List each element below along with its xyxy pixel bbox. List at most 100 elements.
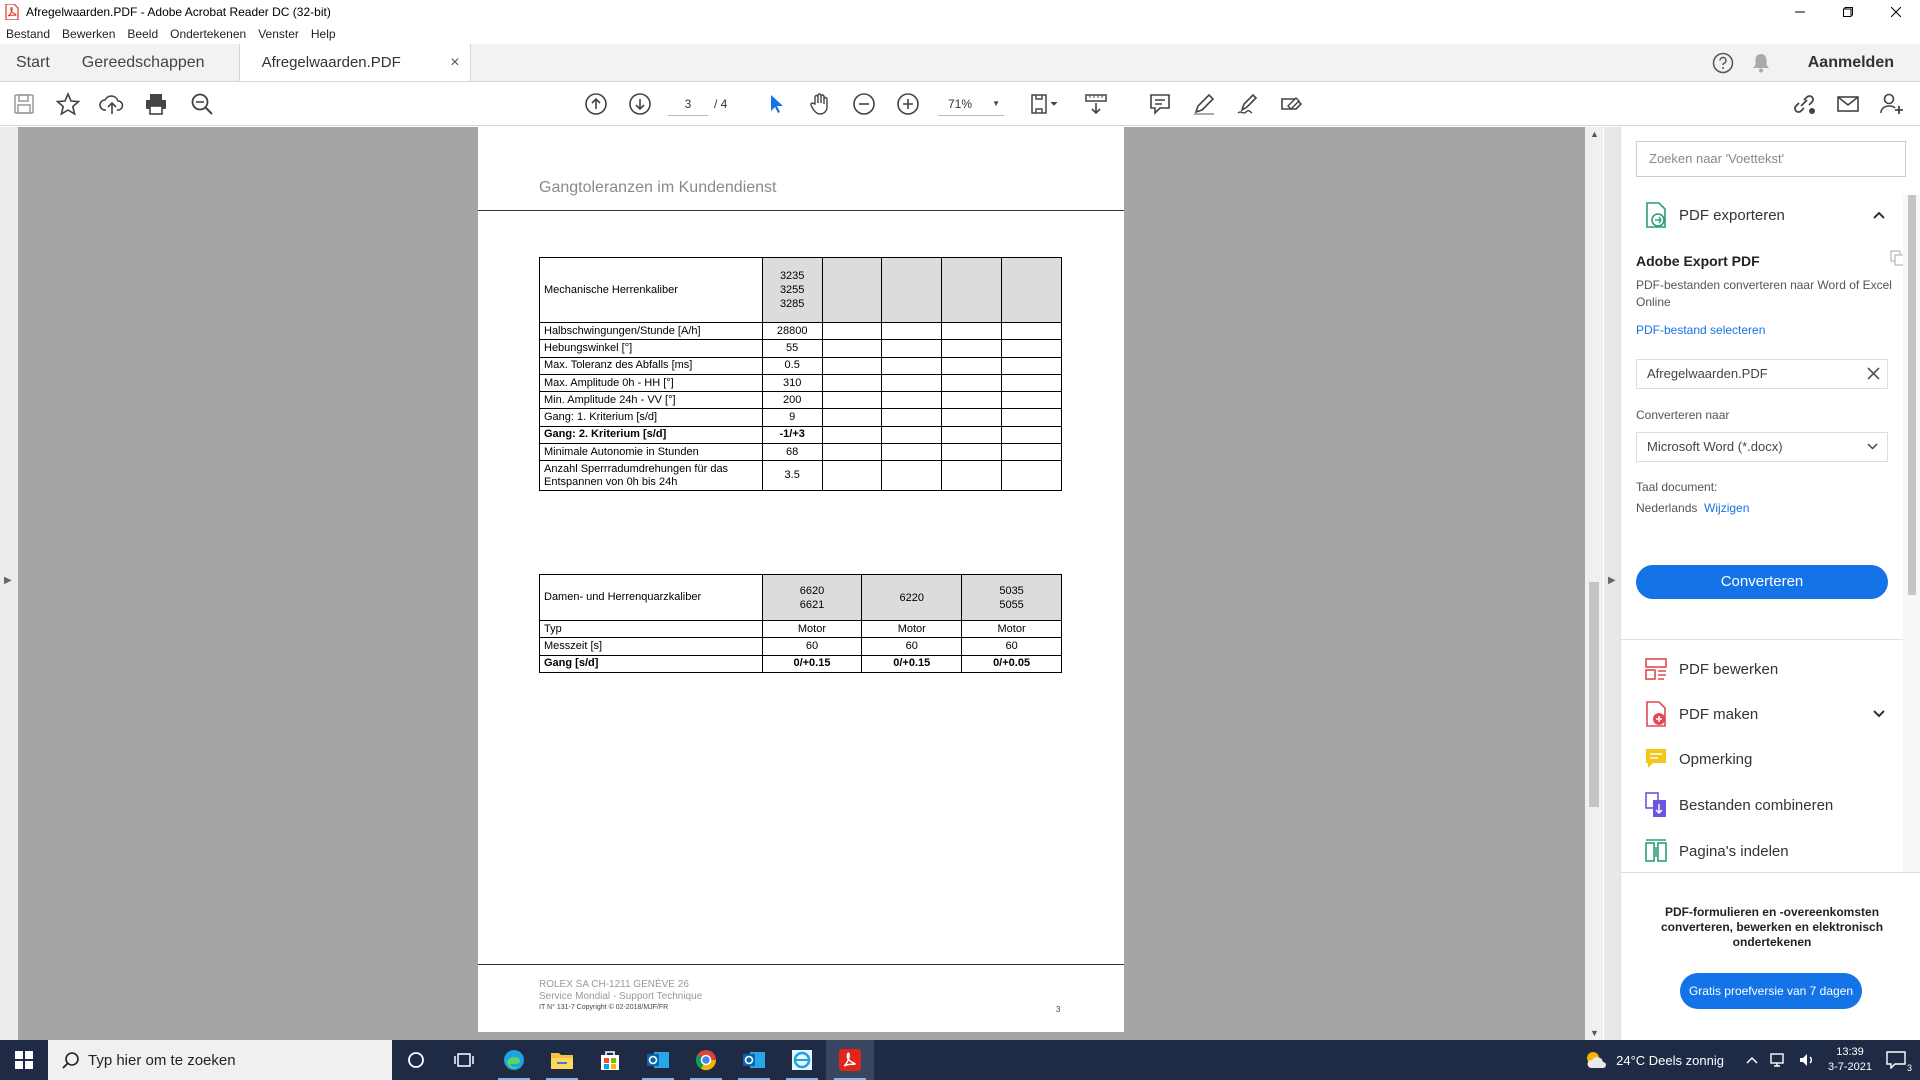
close-tab-icon[interactable]: × [450, 54, 459, 72]
export-pdf-section-header[interactable]: PDF exporteren [1621, 193, 1903, 237]
promo-text: PDF-formulieren en -overeenkomsten conve… [1660, 905, 1884, 949]
menu-bestand[interactable]: Bestand [0, 27, 56, 41]
row-label: Max. Toleranz des Abfalls [ms] [539, 356, 763, 375]
tool-organize-pages[interactable]: Pagina's indelen [1621, 829, 1903, 873]
internet-explorer-icon[interactable] [778, 1040, 826, 1080]
system-clock[interactable]: 13:39 3-7-2021 [1828, 1045, 1872, 1075]
empty-cell [821, 443, 883, 462]
selected-file-field[interactable]: Afregelwaarden.PDF [1636, 359, 1888, 389]
tool-create-pdf[interactable]: PDF maken [1621, 692, 1903, 736]
menu-bewerken[interactable]: Bewerken [56, 27, 121, 41]
menu-beeld[interactable]: Beeld [121, 27, 164, 41]
document-view[interactable]: ▶ Gangtoleranzen im Kundendienst Mechani… [0, 127, 1603, 1040]
weather-text[interactable]: 24°C Deels zonnig [1616, 1053, 1724, 1068]
zoom-out-icon[interactable] [850, 90, 878, 118]
tab-tools[interactable]: Gereedschappen [66, 44, 221, 81]
scroll-down-icon[interactable]: ▼ [1590, 1028, 1599, 1038]
edge-browser-icon[interactable] [490, 1040, 538, 1080]
previous-page-icon[interactable] [582, 90, 610, 118]
tool-comment[interactable]: Opmerking [1621, 737, 1903, 781]
store-icon[interactable] [586, 1040, 634, 1080]
weather-cloud-sun-icon[interactable] [1584, 1050, 1608, 1070]
bookmark-star-icon[interactable] [54, 90, 82, 118]
table1-title: Mechanische Herrenkaliber [544, 283, 678, 296]
select-pdf-file-link[interactable]: PDF-bestand selecteren [1636, 323, 1906, 337]
save-icon[interactable] [10, 90, 38, 118]
scroll-up-icon[interactable]: ▲ [1590, 129, 1599, 139]
volume-icon[interactable] [1798, 1052, 1816, 1068]
notifications-bell-icon[interactable] [1752, 53, 1770, 73]
taskbar-search-input[interactable]: Typ hier om te zoeken [48, 1040, 392, 1080]
change-language-link[interactable]: Wijzigen [1704, 501, 1749, 515]
empty-cell [821, 391, 883, 410]
maximize-button[interactable] [1824, 0, 1872, 24]
cloud-upload-icon[interactable] [98, 90, 126, 118]
table-row: Min. Amplitude 24h - VV [°] 200 [539, 391, 1062, 410]
share-link-icon[interactable] [1790, 90, 1818, 118]
tab-bar: Start Gereedschappen Afregelwaarden.PDF … [0, 44, 1920, 82]
menu-help[interactable]: Help [305, 27, 342, 41]
acrobat-reader-taskbar-icon[interactable] [826, 1040, 874, 1080]
scrolling-mode-icon[interactable] [1082, 90, 1110, 118]
highlight-pen-icon[interactable] [1190, 90, 1218, 118]
empty-cell [881, 321, 943, 341]
comment-icon[interactable] [1146, 90, 1174, 118]
minimize-button[interactable] [1776, 0, 1824, 24]
chevron-down-icon [1867, 443, 1878, 450]
right-pane-toggle[interactable]: ▶ [1604, 127, 1620, 1040]
sign-icon[interactable] [1234, 90, 1262, 118]
tools-search-input[interactable]: Zoeken naar 'Voettekst' [1636, 141, 1906, 177]
zoom-search-icon[interactable] [188, 90, 216, 118]
chevron-up-icon[interactable] [1746, 1056, 1758, 1064]
convert-button[interactable]: Converteren [1636, 565, 1888, 599]
sign-in-button[interactable]: Aanmelden [1808, 54, 1894, 72]
email-icon[interactable] [1834, 90, 1862, 118]
row-label: Max. Amplitude 0h - HH [°] [539, 373, 763, 393]
add-user-icon[interactable] [1878, 90, 1906, 118]
cortana-icon[interactable] [392, 1040, 440, 1080]
outlook-icon[interactable] [634, 1040, 682, 1080]
page-view-icon[interactable] [1030, 90, 1058, 118]
main-toolbar: 3 / 4 71% ▼ [0, 82, 1920, 126]
print-icon[interactable] [142, 90, 170, 118]
outlook-mail-icon[interactable] [730, 1040, 778, 1080]
tool-edit-pdf[interactable]: PDF bewerken [1621, 647, 1903, 691]
menu-ondertekenen[interactable]: Ondertekenen [164, 27, 252, 41]
menu-venster[interactable]: Venster [252, 27, 305, 41]
window-title: Afregelwaarden.PDF - Adobe Acrobat Reade… [26, 5, 331, 19]
close-window-button[interactable] [1872, 0, 1920, 24]
row-value: Motor [861, 619, 963, 639]
page-footer: ROLEX SA CH-1211 GENÈVE 26 Service Mondi… [539, 979, 702, 1012]
zoom-in-icon[interactable] [894, 90, 922, 118]
scrollbar-thumb[interactable] [1908, 195, 1916, 595]
empty-cell [881, 443, 943, 462]
notification-center-icon[interactable]: 3 [1886, 1051, 1912, 1073]
clear-file-icon[interactable] [1867, 367, 1880, 380]
navigation-pane-toggle[interactable]: ▶ [0, 127, 18, 1040]
next-page-icon[interactable] [626, 90, 654, 118]
chevron-down-icon[interactable] [1873, 710, 1885, 718]
start-button[interactable] [0, 1040, 48, 1080]
row-value: 9 [761, 408, 823, 427]
empty-header-cell [881, 257, 943, 323]
tab-document[interactable]: Afregelwaarden.PDF × [238, 44, 471, 81]
chevron-down-icon: ▼ [992, 99, 1000, 108]
chrome-icon[interactable] [682, 1040, 730, 1080]
page-number-input[interactable]: 3 [668, 92, 708, 116]
zoom-level-select[interactable]: 71% ▼ [938, 92, 1004, 116]
convert-format-select[interactable]: Microsoft Word (*.docx) [1636, 432, 1888, 462]
chevron-up-icon[interactable] [1873, 211, 1885, 219]
fill-sign-icon[interactable] [1278, 90, 1306, 118]
select-cursor-icon[interactable] [762, 90, 790, 118]
network-icon[interactable] [1770, 1052, 1788, 1068]
free-trial-button[interactable]: Gratis proefversie van 7 dagen [1680, 973, 1862, 1009]
tool-combine-files[interactable]: Bestanden combineren [1621, 783, 1903, 827]
scrollbar-thumb[interactable] [1589, 582, 1599, 807]
help-icon[interactable] [1712, 52, 1734, 74]
hand-tool-icon[interactable] [806, 90, 834, 118]
file-explorer-icon[interactable] [538, 1040, 586, 1080]
tab-start[interactable]: Start [0, 44, 66, 81]
task-view-icon[interactable] [440, 1040, 488, 1080]
document-scrollbar[interactable]: ▲ ▼ [1585, 127, 1603, 1040]
quartz-calibers-table: Damen- und Herrenquarzkaliber 6620 6621 … [539, 574, 1062, 673]
